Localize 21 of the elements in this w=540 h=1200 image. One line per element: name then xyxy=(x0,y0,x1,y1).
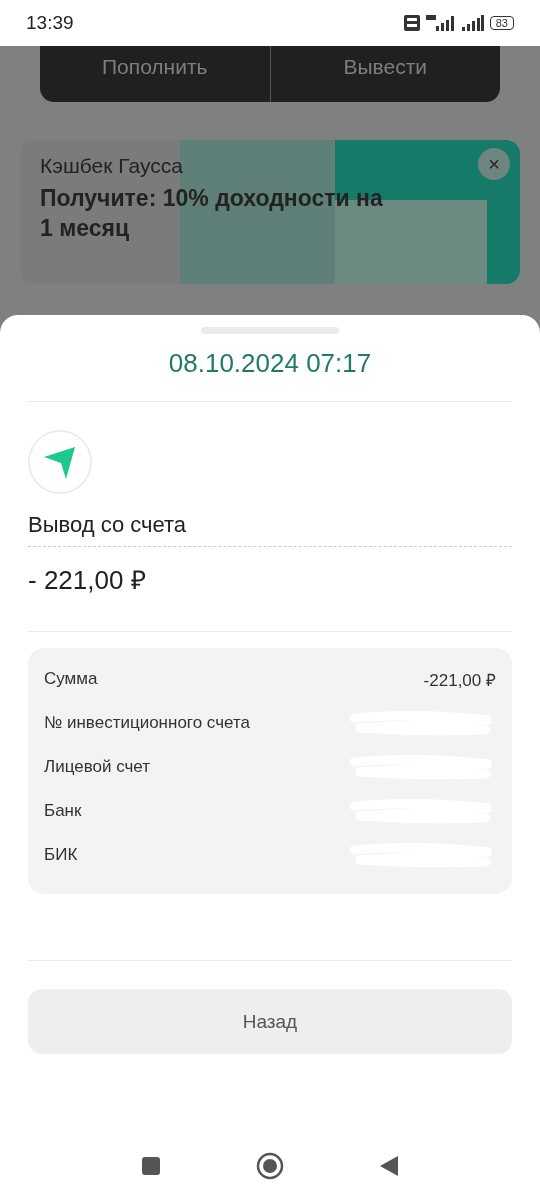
signal-icon xyxy=(461,15,484,31)
detail-label: Сумма xyxy=(44,669,98,689)
home-icon[interactable] xyxy=(256,1152,284,1180)
promo-title: Кэшбек Гаусса xyxy=(40,154,183,178)
back-icon[interactable] xyxy=(379,1155,399,1177)
operation-date: 08.10.2024 07:17 xyxy=(167,348,373,379)
volte-icon xyxy=(403,15,420,31)
action-button[interactable]: Вывести xyxy=(269,46,500,102)
status-time: 13:39 xyxy=(26,12,74,34)
operation-amount: - 221,00 ₽ xyxy=(28,564,147,597)
detail-value: -221,00 ₽ xyxy=(423,669,496,691)
battery-indicator: 83 xyxy=(489,16,514,30)
back-button[interactable]: Назад xyxy=(28,989,512,1054)
detail-label: БИК xyxy=(44,845,78,865)
operation-title: Вывод со счета xyxy=(28,512,187,538)
signal-icon xyxy=(425,15,456,31)
detail-label: Банк xyxy=(44,801,82,821)
action-button[interactable]: Пополнить xyxy=(40,46,270,102)
detail-label: № инвестиционного счета xyxy=(44,713,250,733)
detail-label: Лицевой счет xyxy=(44,757,150,777)
recent-apps-icon[interactable] xyxy=(141,1156,161,1176)
